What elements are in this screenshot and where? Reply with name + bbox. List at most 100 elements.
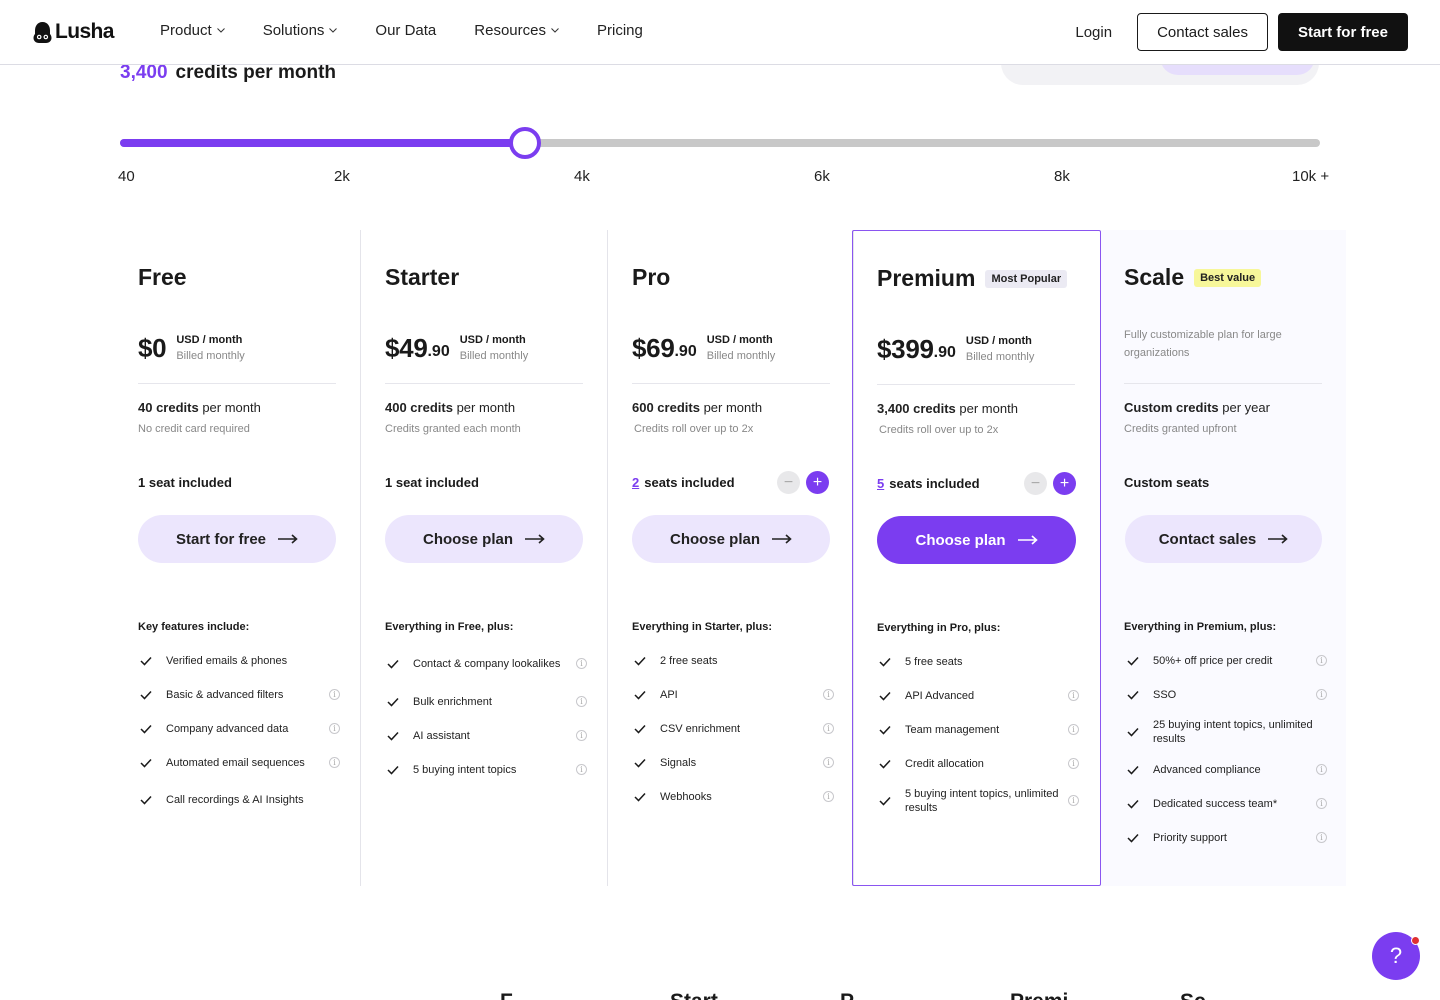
feature-text: API bbox=[660, 688, 678, 701]
slider-tick: 40 bbox=[118, 168, 135, 185]
info-icon[interactable]: i bbox=[823, 722, 834, 734]
info-icon[interactable]: i bbox=[1068, 795, 1079, 806]
minus-icon[interactable]: − bbox=[777, 471, 800, 494]
slider-fill bbox=[120, 139, 525, 147]
check-icon bbox=[634, 792, 646, 802]
plan-title: Starter bbox=[385, 264, 460, 290]
credits-slider[interactable] bbox=[120, 127, 1320, 159]
question-icon: ? bbox=[1389, 943, 1403, 968]
nav-solutions[interactable]: Solutions bbox=[263, 22, 338, 39]
feature-list: Verified emails & phones Basic & advanced… bbox=[140, 650, 340, 827]
slider-tick: 10k + bbox=[1292, 168, 1330, 185]
feature-item: Priority support i bbox=[1127, 827, 1327, 848]
check-icon bbox=[634, 758, 646, 768]
check-icon bbox=[1127, 727, 1139, 737]
start-for-free-plan-button[interactable]: Start for free bbox=[138, 515, 336, 563]
feature-text: Contact & company lookalikes bbox=[413, 658, 561, 670]
nav-resources[interactable]: Resources bbox=[474, 22, 559, 39]
info-icon[interactable]: i bbox=[1316, 831, 1327, 843]
info-icon[interactable]: i bbox=[576, 695, 587, 707]
info-icon[interactable]: i bbox=[1316, 654, 1327, 666]
feature-item: Advanced compliance i bbox=[1127, 759, 1327, 780]
nav-pricing[interactable]: Pricing bbox=[597, 22, 643, 39]
info-icon[interactable]: i bbox=[1068, 723, 1079, 735]
check-icon bbox=[387, 731, 399, 741]
plus-icon[interactable]: + bbox=[1053, 472, 1076, 495]
slider-thumb[interactable] bbox=[508, 127, 541, 159]
contact-sales-button[interactable]: Contact sales bbox=[1137, 13, 1268, 51]
nav-our-data-label: Our Data bbox=[375, 22, 437, 39]
start-for-free-button[interactable]: Start for free bbox=[1277, 13, 1408, 51]
feature-text: API Advanced bbox=[905, 689, 975, 702]
feature-item: Contact & company lookalikes i bbox=[387, 650, 587, 678]
info-icon[interactable]: i bbox=[1068, 689, 1079, 701]
divider bbox=[1124, 383, 1322, 384]
info-icon[interactable]: i bbox=[329, 722, 340, 734]
login-link[interactable]: Login bbox=[1075, 24, 1112, 41]
info-icon[interactable]: i bbox=[576, 763, 587, 775]
price-amount: $49 bbox=[385, 333, 428, 363]
credits-period: per month bbox=[456, 400, 516, 415]
credits-label: credits per month bbox=[175, 62, 337, 83]
feature-text: 50%+ off price per credit bbox=[1153, 654, 1273, 667]
seats-label: Custom seats bbox=[1124, 475, 1210, 490]
features-title: Everything in Free, plus: bbox=[385, 621, 514, 633]
info-icon[interactable]: i bbox=[576, 658, 587, 669]
nav-our-data[interactable]: Our Data bbox=[375, 22, 436, 39]
billing-note: Billed monthly bbox=[965, 351, 1035, 363]
feature-item: Verified emails & phones bbox=[140, 650, 340, 671]
arrow-right-icon bbox=[525, 534, 545, 544]
seat-count-link[interactable]: 5 bbox=[877, 476, 884, 491]
contact-sales-plan-button[interactable]: Contact sales bbox=[1125, 515, 1322, 563]
minus-icon[interactable]: − bbox=[1024, 472, 1047, 495]
info-icon[interactable]: i bbox=[823, 688, 834, 700]
top-navbar: Lusha Product Solutions Our Data Resourc… bbox=[0, 0, 1440, 65]
info-icon[interactable]: i bbox=[329, 688, 340, 700]
info-icon[interactable]: i bbox=[576, 729, 587, 741]
plan-name: Pro bbox=[632, 264, 670, 291]
feature-list: 5 free seats API Advanced i Team management… bbox=[879, 651, 1079, 828]
choose-plan-button[interactable]: Choose plan bbox=[632, 515, 830, 563]
feature-text: Advanced compliance bbox=[1153, 763, 1261, 776]
info-icon[interactable]: i bbox=[1316, 688, 1327, 700]
feature-item: Bulk enrichment i bbox=[387, 691, 587, 712]
choose-plan-button[interactable]: Choose plan bbox=[385, 515, 583, 563]
plan-card-free: Free $0 USD / month Billed monthly 40 cr… bbox=[114, 230, 361, 886]
plan-name: Free bbox=[138, 264, 187, 291]
feature-text: 5 free seats bbox=[905, 655, 963, 668]
best-value-badge: Best value bbox=[1194, 268, 1262, 287]
plus-icon[interactable]: + bbox=[806, 471, 829, 494]
feature-text: Priority support bbox=[1153, 831, 1227, 844]
feature-item: Company advanced data i bbox=[140, 718, 340, 739]
info-icon[interactable]: i bbox=[823, 790, 834, 802]
seat-count-link[interactable]: 2 bbox=[632, 475, 639, 490]
lusha-logo[interactable]: Lusha bbox=[33, 20, 114, 44]
plan-credits: 40 credits per month bbox=[138, 400, 261, 415]
info-icon[interactable]: i bbox=[823, 756, 834, 768]
info-icon[interactable]: i bbox=[329, 756, 340, 768]
price-unit: USD / month bbox=[176, 334, 243, 346]
lusha-logo-icon bbox=[33, 21, 52, 43]
header-actions: Login Contact sales Start for free bbox=[1075, 13, 1408, 51]
check-icon bbox=[879, 657, 891, 667]
chevron-down-icon bbox=[329, 28, 338, 33]
cta-label: Choose plan bbox=[422, 530, 513, 548]
choose-plan-button[interactable]: Choose plan bbox=[877, 516, 1076, 564]
seats-label: seats included bbox=[889, 476, 980, 491]
credits-amount: 3,400 credits bbox=[877, 401, 956, 416]
nav-product[interactable]: Product bbox=[160, 22, 225, 39]
info-icon[interactable]: i bbox=[1068, 757, 1079, 769]
arrow-right-icon bbox=[1017, 535, 1038, 545]
plan-name: Starter bbox=[385, 264, 459, 291]
feature-item: Team management i bbox=[879, 719, 1079, 740]
divider bbox=[877, 384, 1075, 385]
features-title: Everything in Starter, plus: bbox=[632, 621, 772, 633]
info-icon[interactable]: i bbox=[1316, 797, 1327, 809]
plan-name: Scale Best value bbox=[1124, 264, 1262, 291]
info-icon[interactable]: i bbox=[1316, 763, 1327, 775]
features-title: Key features include: bbox=[138, 621, 250, 633]
cta-label: Start for free bbox=[175, 530, 267, 548]
notification-dot bbox=[1411, 936, 1420, 945]
feature-text: Company advanced data bbox=[166, 722, 289, 735]
divider bbox=[138, 383, 336, 384]
